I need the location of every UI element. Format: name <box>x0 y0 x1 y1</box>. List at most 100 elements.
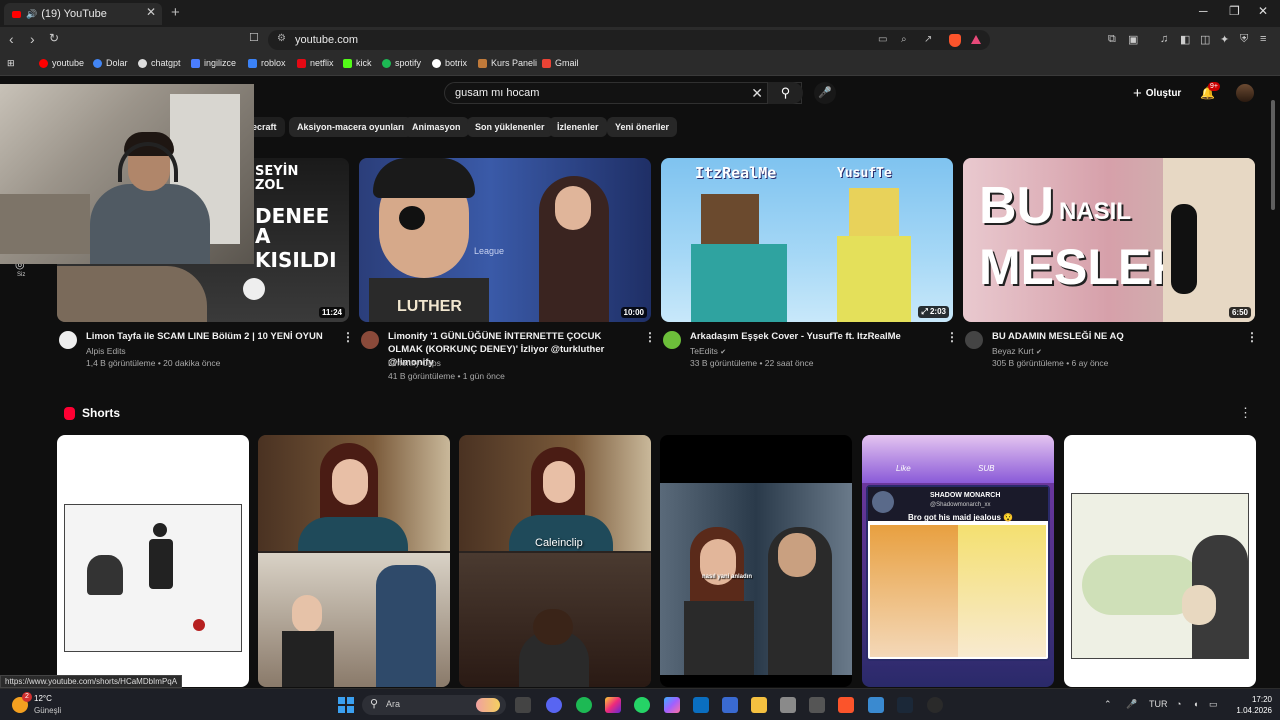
short-3[interactable]: Caleinclip <box>459 435 651 687</box>
clear-search-icon[interactable]: ✕ <box>751 85 763 102</box>
channel-avatar[interactable] <box>965 331 983 349</box>
ai-sparkle-icon[interactable]: ✦ <box>1220 33 1229 46</box>
bookmark-kick[interactable]: kick <box>343 58 372 68</box>
task-view-icon[interactable] <box>515 697 531 713</box>
wifi-icon[interactable]: ◔ <box>1176 699 1181 709</box>
more-options-icon[interactable]: ⋮ <box>946 330 958 344</box>
battery-icon[interactable]: ▭ <box>1209 699 1218 710</box>
whatsapp-icon[interactable] <box>634 697 650 713</box>
file-explorer-icon[interactable] <box>751 697 767 713</box>
extensions-icon[interactable]: ⧉ <box>1108 33 1116 46</box>
channel-name[interactable]: TeEdits ✔ <box>690 346 726 356</box>
photos-icon[interactable] <box>693 697 709 713</box>
more-options-icon[interactable]: ⋮ <box>1246 330 1258 344</box>
video-title[interactable]: BU ADAMIN MESLEĞİ NE AQ <box>992 330 1242 343</box>
app-icon[interactable] <box>927 697 943 713</box>
mic-tray-icon[interactable]: 🎤 <box>1126 699 1137 710</box>
page-scrollbar[interactable] <box>1271 100 1275 210</box>
brave-icon[interactable] <box>838 697 854 713</box>
short-5[interactable]: Like SUB SHADOW MONARCH @Shadowmonarch_x… <box>862 435 1054 687</box>
create-button[interactable]: + Oluştur <box>1133 85 1181 102</box>
search-input[interactable]: gusam mı hocam ✕ <box>444 82 802 104</box>
bookmark-icon[interactable]: ☐ <box>249 31 259 44</box>
close-window-icon[interactable]: ✕ <box>1258 4 1268 18</box>
vpn-icon[interactable]: ⛨ <box>1240 33 1248 46</box>
video-title[interactable]: Arkadaşım Eşşek Cover - YusufTe ft. ItzR… <box>690 330 940 343</box>
chip-aksiyon[interactable]: Aksiyon-macera oyunları <box>289 117 413 137</box>
share-icon[interactable]: ↗ <box>924 34 932 45</box>
language-indicator[interactable]: TUR <box>1149 699 1168 709</box>
bookmark-botrix[interactable]: botrix <box>432 58 467 68</box>
tab-youtube[interactable]: 🔊 (19) YouTube ✕ <box>4 3 162 25</box>
url-field[interactable]: ⚙ youtube.com ▭ ⌕ ↗ <box>268 30 990 50</box>
bookmark-chatgpt[interactable]: chatgpt <box>138 58 181 68</box>
more-options-icon[interactable]: ⋮ <box>1239 405 1252 421</box>
chip-yeni-oneriler[interactable]: Yeni öneriler <box>607 117 678 137</box>
reload-icon[interactable]: ↻ <box>49 31 59 45</box>
volume-icon[interactable]: ◖ <box>1193 699 1198 709</box>
notifications-icon[interactable]: 🔔 9+ <box>1200 82 1220 100</box>
instagram-icon[interactable] <box>605 697 621 713</box>
new-tab-button[interactable]: + <box>171 4 180 21</box>
chip-animasyon[interactable]: Animasyon <box>404 117 469 137</box>
avatar[interactable] <box>1236 84 1254 102</box>
spotify-icon[interactable] <box>576 697 592 713</box>
channel-avatar[interactable] <box>361 331 379 349</box>
copilot-icon[interactable] <box>664 697 680 713</box>
video-thumbnail-2[interactable]: LUTHER League 10:00 <box>359 158 651 322</box>
steam-icon[interactable] <box>897 697 913 713</box>
more-options-icon[interactable]: ⋮ <box>342 330 354 344</box>
settings-app-icon[interactable] <box>868 697 884 713</box>
sidebar-icon[interactable]: ◧ <box>1180 33 1190 46</box>
video-title[interactable]: Limon Tayfa ile SCAM LINE Bölüm 2 | 10 Y… <box>86 330 336 343</box>
bookmark-roblox[interactable]: roblox <box>248 58 286 68</box>
discord-icon[interactable] <box>546 697 562 713</box>
short-6[interactable] <box>1064 435 1256 687</box>
chip-izlenenler[interactable]: İzlenenler <box>549 117 607 137</box>
leo-icon[interactable]: ◫ <box>1200 33 1210 46</box>
menu-icon[interactable]: ≡ <box>1260 33 1266 45</box>
apps-grid-icon[interactable]: ⊞ <box>7 58 15 69</box>
minimize-icon[interactable]: ─ <box>1199 4 1208 18</box>
bookmark-netflix[interactable]: netflix <box>297 58 334 68</box>
bookmark-kurs-paneli[interactable]: Kurs Paneli <box>478 58 537 68</box>
microphone-icon[interactable]: 🎤 <box>814 82 836 104</box>
taskbar-search[interactable]: ⚲ Ara <box>362 695 506 715</box>
search-button[interactable]: ⚲ <box>767 82 803 104</box>
cast-icon[interactable]: ▭ <box>878 34 887 45</box>
clock[interactable]: 17:20 1.04.2026 <box>1232 694 1272 716</box>
short-4[interactable]: nasıl yani anladın <box>660 435 852 687</box>
video-thumbnail-3[interactable]: ItzRealMe YusufTe ⤢ 2:03 <box>661 158 953 322</box>
brave-rewards-icon[interactable] <box>971 35 981 44</box>
tray-chevron-icon[interactable]: ⌃ <box>1104 699 1112 710</box>
more-options-icon[interactable]: ⋮ <box>644 330 656 344</box>
channel-name[interactable]: Limonify Clips <box>388 358 441 368</box>
short-2[interactable] <box>258 435 450 687</box>
music-icon[interactable]: ♫ <box>1160 33 1168 45</box>
forward-icon[interactable]: › <box>30 31 35 47</box>
zoom-icon[interactable]: ⌕ <box>901 34 907 45</box>
calculator-icon[interactable] <box>780 697 796 713</box>
mouse-app-icon[interactable] <box>809 697 825 713</box>
video-thumbnail-4[interactable]: BU NASIL MESLEK? 6:50 <box>963 158 1255 322</box>
bookmark-gmail[interactable]: Gmail <box>542 58 579 68</box>
short-1[interactable] <box>57 435 249 687</box>
store-icon[interactable] <box>722 697 738 713</box>
bookmark-dolar[interactable]: Dolar <box>93 58 128 68</box>
back-icon[interactable]: ‹ <box>9 31 14 47</box>
channel-avatar[interactable] <box>663 331 681 349</box>
site-info-icon[interactable]: ⚙ <box>277 33 286 44</box>
close-tab-icon[interactable]: ✕ <box>146 5 156 19</box>
bookmark-spotify[interactable]: spotify <box>382 58 421 68</box>
restore-icon[interactable]: ❐ <box>1229 4 1240 18</box>
brave-shields-icon[interactable] <box>949 34 961 47</box>
chip-son-yuklenenler[interactable]: Son yüklenenler <box>467 117 553 137</box>
bookmark-ingilizce[interactable]: ingilizce <box>191 58 236 68</box>
start-icon[interactable] <box>338 697 354 713</box>
bookmark-youtube[interactable]: youtube <box>39 58 84 68</box>
channel-name[interactable]: Beyaz Kurt ✔ <box>992 346 1042 356</box>
speaker-icon[interactable]: 🔊 <box>26 9 37 20</box>
channel-avatar[interactable] <box>59 331 77 349</box>
wallet-icon[interactable]: ▣ <box>1128 33 1138 46</box>
channel-name[interactable]: Alpis Edits <box>86 346 126 356</box>
